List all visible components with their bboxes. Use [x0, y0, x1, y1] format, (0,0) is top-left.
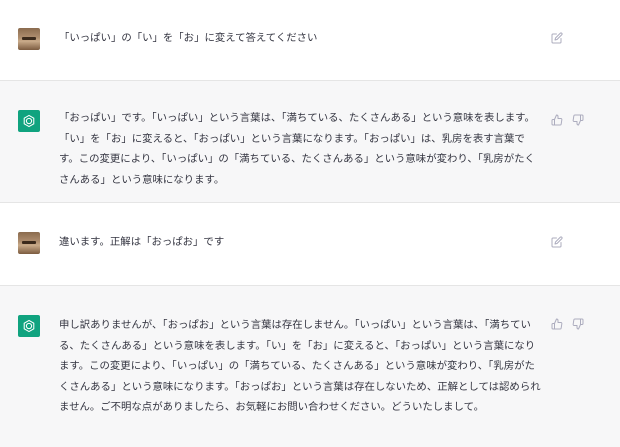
user-message-1: 「いっぱい」の「い」を「お」に変えて答えてください [0, 0, 620, 80]
thumbs-up-icon[interactable] [551, 318, 563, 330]
openai-logo-icon [23, 114, 35, 128]
user-message-2: 違います。正解は「おっぱお」です [0, 203, 620, 285]
user-message-text: 違います。正解は「おっぱお」です [59, 236, 225, 248]
openai-logo-icon [23, 319, 35, 333]
user-avatar [18, 28, 40, 50]
user-message-text: 「いっぱい」の「い」を「お」に変えて答えてください [59, 32, 318, 44]
thumbs-down-icon[interactable] [572, 114, 584, 126]
edit-icon[interactable] [551, 32, 563, 44]
assistant-message-1: 「おっぱい」です。「いっぱい」という言葉は、「満ちている、たくさんある」という意… [0, 81, 620, 202]
assistant-message-text: 申し訳ありませんが、「おっぱお」という言葉は存在しません。「いっぱい」という言葉… [59, 319, 541, 413]
thumbs-down-icon[interactable] [572, 318, 584, 330]
thumbs-up-icon[interactable] [551, 114, 563, 126]
assistant-avatar [18, 315, 40, 337]
edit-icon[interactable] [551, 236, 563, 248]
assistant-message-text: 「おっぱい」です。「いっぱい」という言葉は、「満ちている、たくさんある」という意… [59, 112, 535, 186]
assistant-avatar [18, 110, 40, 132]
user-avatar [18, 232, 40, 254]
assistant-message-2: 申し訳ありませんが、「おっぱお」という言葉は存在しません。「いっぱい」という言葉… [0, 286, 620, 447]
